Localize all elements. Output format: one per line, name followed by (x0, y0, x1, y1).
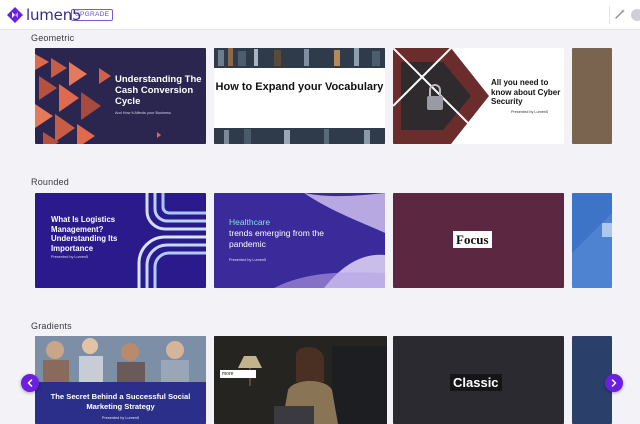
card-title: Understanding The Cash Conversion Cycle (115, 74, 202, 107)
magic-wand-icon[interactable] (614, 8, 626, 20)
template-card-classic[interactable]: Classic (393, 336, 564, 424)
lumen5-logo-icon[interactable] (7, 7, 23, 23)
card-title: trends emerging from the pandemic (229, 228, 324, 249)
chevron-right-icon (611, 379, 617, 387)
template-card-laptop-woman[interactable]: more (214, 336, 387, 424)
partial-preview (572, 213, 612, 288)
card-subtitle: And How It Affects your Business (115, 111, 171, 115)
card-subtitle: Presented by Lumen5 (511, 110, 549, 114)
chevron-left-icon (27, 379, 33, 387)
template-card-social-marketing[interactable]: The Secret Behind a Successful Social Ma… (35, 336, 206, 424)
card-kicker: Healthcare (229, 217, 271, 227)
section-title-rounded: Rounded (31, 177, 69, 187)
template-card-cash-conversion[interactable]: Understanding The Cash Conversion Cycle … (35, 48, 206, 144)
top-bar: lumen5 UPGRADE (0, 0, 640, 30)
carousel-next-button[interactable] (605, 374, 623, 392)
card-title: What Is Logistics Management? Understand… (51, 215, 118, 253)
template-card-partial[interactable] (572, 193, 612, 288)
card-title: All you need to know about Cyber Securit… (491, 78, 561, 106)
template-card-partial[interactable] (572, 48, 612, 144)
template-card-logistics[interactable]: What Is Logistics Management? Understand… (35, 193, 206, 288)
card-subtitle: Presented by Lumen5 (51, 255, 89, 259)
section-title-gradients: Gradients (31, 321, 72, 331)
carousel-prev-button[interactable] (21, 374, 39, 392)
title-band (214, 68, 385, 128)
upgrade-button[interactable]: UPGRADE (71, 9, 114, 21)
section-title-geometric: Geometric (31, 33, 75, 43)
card-title: Focus (453, 231, 492, 248)
card-title: How to Expand your Vocabulary (215, 81, 384, 93)
avatar[interactable] (631, 9, 640, 21)
card-title: The Secret Behind a Successful Social Ma… (50, 392, 191, 411)
card-subtitle: Presented by Lumen5 (101, 416, 140, 420)
template-card-healthcare[interactable]: Healthcare trends emerging from the pand… (214, 193, 385, 288)
toolbar-divider (609, 6, 610, 24)
card-title: Classic (450, 374, 502, 391)
template-card-focus[interactable]: Focus (393, 193, 564, 288)
template-card-vocabulary[interactable]: How to Expand your Vocabulary (214, 48, 385, 144)
template-card-cyber-security[interactable]: All you need to know about Cyber Securit… (393, 48, 564, 144)
woman-laptop-photo (214, 336, 387, 424)
card-caption: more (220, 370, 256, 378)
card-subtitle: Presented by Lumen5 (229, 258, 267, 262)
